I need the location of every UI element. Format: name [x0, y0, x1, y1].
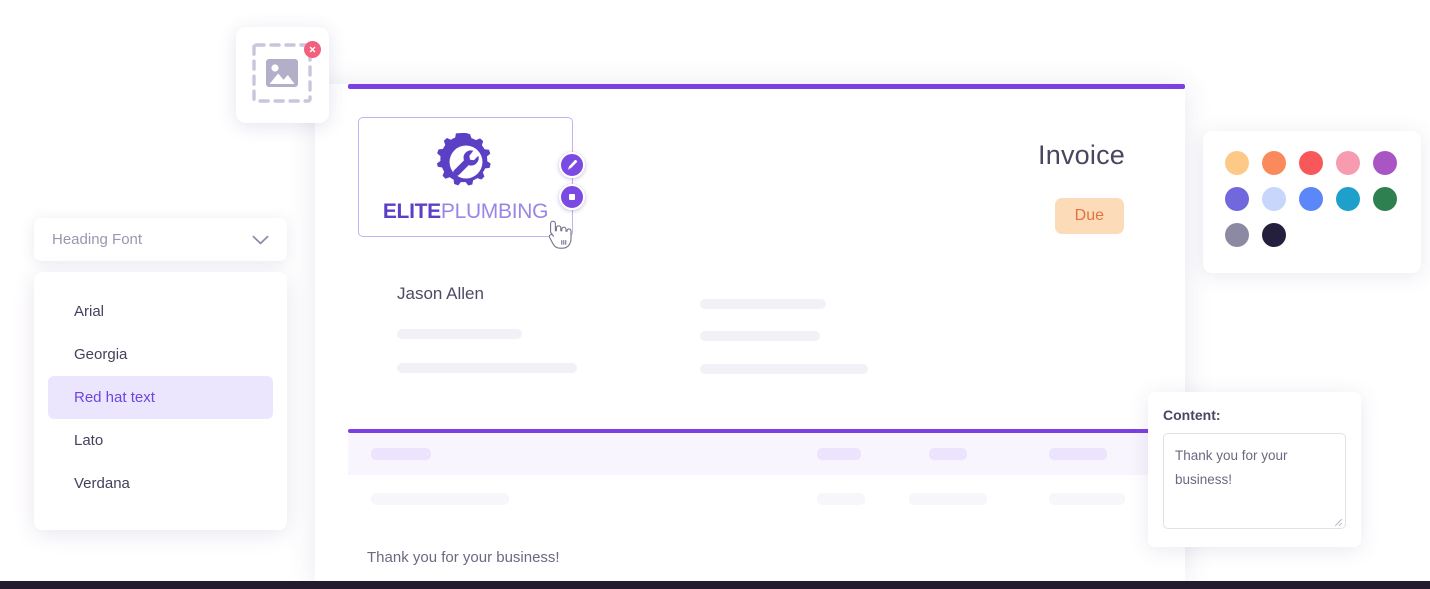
font-option-arial[interactable]: Arial — [48, 290, 273, 333]
placeholder-bar — [700, 364, 868, 374]
content-label: Content: — [1163, 407, 1221, 423]
pencil-icon — [567, 159, 578, 170]
table-header-placeholder — [817, 448, 861, 460]
color-palette-panel[interactable] — [1203, 131, 1421, 273]
swatch-orange[interactable] — [1262, 151, 1286, 175]
swatch-cyan[interactable] — [1336, 187, 1360, 211]
color-swatch-grid — [1225, 151, 1399, 247]
swatch-red[interactable] — [1299, 151, 1323, 175]
placeholder-bar — [700, 299, 826, 309]
table-cell-placeholder — [817, 493, 865, 505]
edit-logo-button[interactable] — [559, 152, 585, 178]
heading-font-select-label: Heading Font — [52, 231, 143, 248]
logo-content: ELITEPLUMBING — [359, 118, 572, 236]
heading-font-dropdown-menu[interactable]: Arial Georgia Red hat text Lato Verdana — [34, 272, 287, 530]
swatch-blue[interactable] — [1299, 187, 1323, 211]
logo-word-bold: ELITE — [382, 199, 441, 223]
swatch-magenta[interactable] — [1373, 151, 1397, 175]
table-header-placeholder — [371, 448, 431, 460]
table-cell-placeholder — [909, 493, 987, 505]
font-option-red-hat-text[interactable]: Red hat text — [48, 376, 273, 419]
swatch-green[interactable] — [1373, 187, 1397, 211]
logo-action-buttons — [559, 152, 585, 210]
content-textarea[interactable] — [1163, 433, 1346, 529]
swatch-light-blue[interactable] — [1262, 187, 1286, 211]
gear-wrench-icon — [436, 132, 491, 186]
logo-wordmark: ELITEPLUMBING — [382, 199, 549, 224]
placeholder-bar — [397, 363, 577, 373]
status-badge[interactable]: Due — [1054, 198, 1124, 234]
placeholder-bar — [397, 329, 522, 339]
table-header-placeholder — [1049, 448, 1107, 460]
font-option-lato[interactable]: Lato — [48, 419, 273, 462]
font-option-verdana[interactable]: Verdana — [48, 462, 273, 505]
logo-upload-frame[interactable]: ELITEPLUMBING — [358, 117, 573, 237]
invoice-footer-note: Thank you for your business! — [367, 549, 560, 566]
close-icon — [309, 46, 316, 53]
table-cell-placeholder — [371, 493, 509, 505]
invoice-document: ELITEPLUMBING Invoice Due Jason Allen Th… — [315, 84, 1185, 581]
remove-image-button[interactable] — [304, 41, 321, 58]
swatch-dark-navy[interactable] — [1262, 223, 1286, 247]
heading-font-select[interactable]: Heading Font — [34, 218, 287, 261]
swatch-purple[interactable] — [1225, 187, 1249, 211]
table-header-row — [348, 433, 1185, 475]
content-editor-panel[interactable]: Content: — [1148, 392, 1361, 547]
trash-icon — [569, 194, 575, 200]
logo-word-light: PLUMBING — [440, 199, 549, 223]
swatch-pink[interactable] — [1336, 151, 1360, 175]
swatch-peach[interactable] — [1225, 151, 1249, 175]
table-row — [348, 475, 1185, 523]
placeholder-bar — [700, 331, 820, 341]
editor-canvas: ELITEPLUMBING Invoice Due Jason Allen Th… — [0, 0, 1430, 589]
font-option-georgia[interactable]: Georgia — [48, 333, 273, 376]
invoice-title: Invoice — [1038, 140, 1125, 170]
table-cell-placeholder — [1049, 493, 1125, 505]
delete-logo-button[interactable] — [559, 184, 585, 210]
table-header-placeholder — [929, 448, 967, 460]
image-placeholder-widget[interactable] — [236, 27, 329, 123]
swatch-gray[interactable] — [1225, 223, 1249, 247]
client-name: Jason Allen — [397, 284, 484, 303]
viewport-bottom-strip — [0, 581, 1430, 589]
invoice-top-accent-bar — [348, 84, 1185, 89]
chevron-down-icon — [252, 235, 269, 244]
